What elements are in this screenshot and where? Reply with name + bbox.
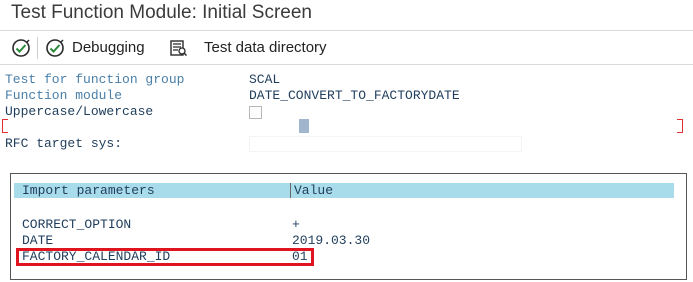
toolbar-separator [37, 37, 38, 59]
function-module-value: DATE_CONVERT_TO_FACTORYDATE [249, 88, 460, 103]
column-header-import-parameters: Import parameters [14, 183, 293, 198]
uppercase-lowercase-checkbox[interactable] [249, 106, 262, 119]
window-title: Test Function Module: Initial Screen [11, 2, 312, 23]
param-value-correct-option[interactable]: + [292, 217, 300, 232]
execute-button[interactable] [10, 31, 32, 64]
text-cursor [299, 119, 309, 133]
left-field-marker [2, 119, 8, 133]
debug-execute-icon [44, 37, 66, 59]
highlight-annotation-box [16, 248, 314, 266]
execute-icon [10, 37, 32, 59]
param-name-correct-option: CORRECT_OPTION [22, 217, 132, 232]
rfc-target-input[interactable] [249, 136, 522, 152]
test-data-directory-label: Test data directory [204, 39, 327, 56]
uppercase-lowercase-label: Uppercase/Lowercase [5, 104, 154, 119]
debugging-label: Debugging [72, 39, 145, 56]
rfc-target-label: RFC target sys: [5, 136, 123, 151]
function-module-label: Function module [5, 88, 123, 103]
param-value-date[interactable]: 2019.03.30 [292, 233, 370, 248]
test-data-directory-icon [168, 38, 188, 58]
column-divider [290, 198, 291, 278]
title-bar: Test Function Module: Initial Screen [0, 0, 693, 30]
application-toolbar: Debugging Test data directory [0, 30, 693, 65]
test-data-directory-button[interactable]: Test data directory [168, 31, 327, 64]
function-group-value: SCAL [249, 72, 281, 87]
param-name-date: DATE [22, 233, 54, 248]
function-group-label: Test for function group [5, 72, 185, 87]
debugging-button[interactable]: Debugging [44, 31, 145, 64]
column-header-value: Value [290, 183, 674, 198]
right-field-marker [677, 119, 683, 133]
